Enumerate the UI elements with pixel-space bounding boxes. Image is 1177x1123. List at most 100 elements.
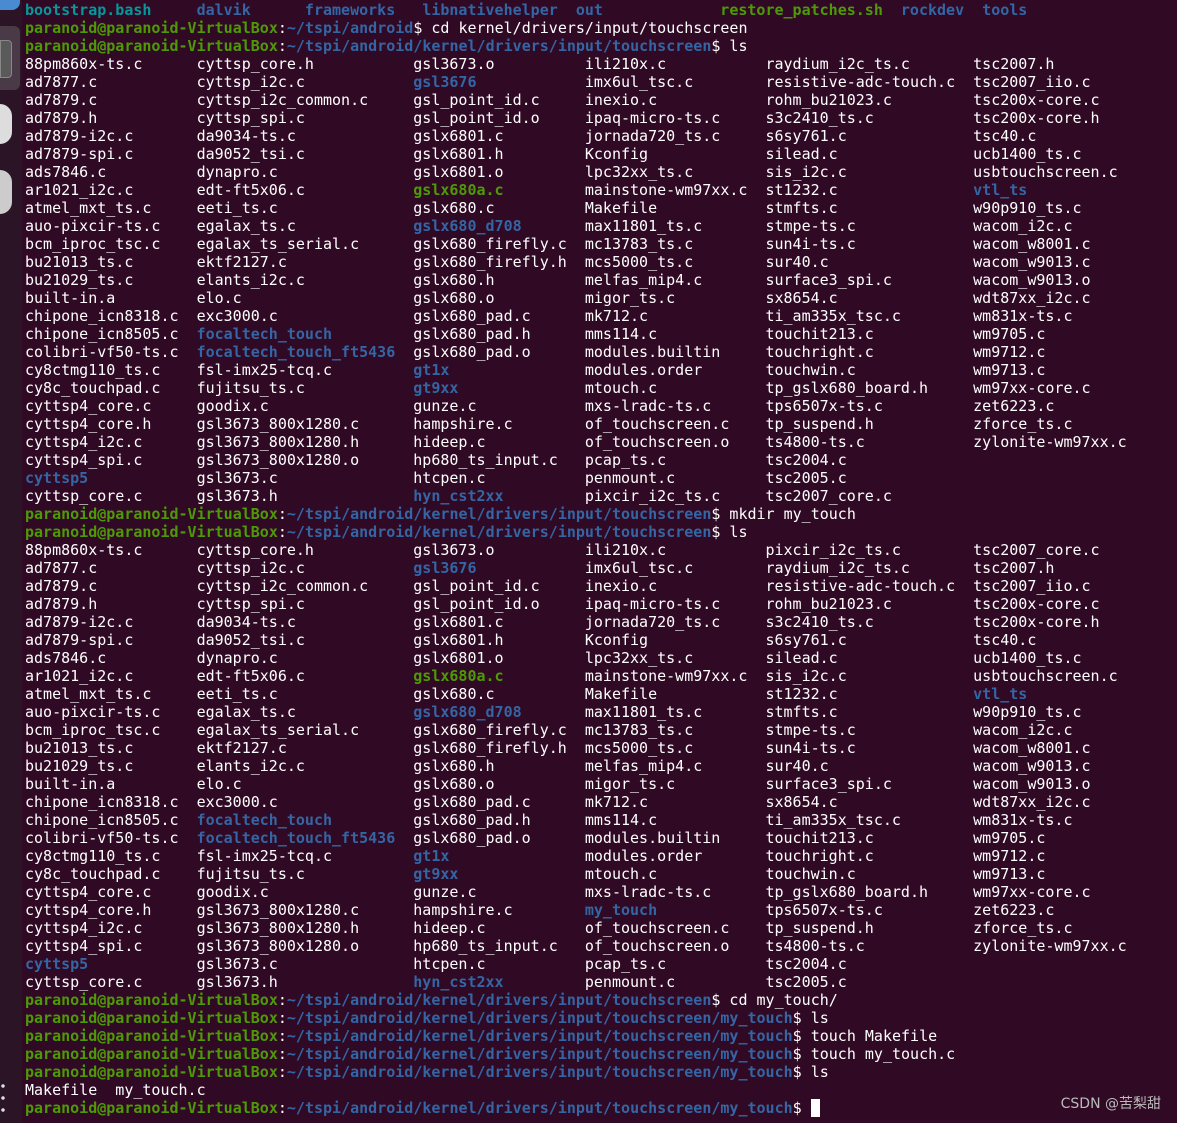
- file-entry: sun4i-ts.c: [765, 235, 856, 253]
- prompt-path: ~/tspi/android/kernel/drivers/input/touc…: [286, 1045, 793, 1063]
- file-entry: zylonite-wm97xx.c: [973, 433, 1127, 451]
- file-entry: gsl_point_id.c: [413, 91, 540, 109]
- prompt-path: ~/tspi/android/kernel/drivers/input/touc…: [286, 991, 712, 1009]
- file-entry: mainstone-wm97xx.c: [584, 181, 748, 199]
- file-entry: ad7879-i2c.c: [25, 127, 134, 145]
- file-entry: gslx680_firefly.c: [413, 235, 567, 253]
- file-entry: ad7879.h: [25, 109, 98, 127]
- file-entry: gsl3673_800x1280.h: [196, 919, 360, 937]
- file-entry: tools: [982, 1, 1028, 19]
- file-entry: cyttsp4_core.h: [25, 415, 152, 433]
- file-entry: da9034-ts.c: [196, 613, 296, 631]
- file-entry: ili210x.c: [584, 541, 667, 559]
- file-entry: 88pm860x-ts.c: [25, 55, 143, 73]
- file-entry: Makefile: [584, 199, 658, 217]
- file-entry: ads7846.c: [25, 649, 107, 667]
- ls-output-row: ad7879-spi.c da9052_tsi.c gslx6801.h Kconfi…: [25, 631, 1177, 649]
- command-text: touch my_touch.c: [810, 1045, 956, 1063]
- directory-entry: focaltech_touch_ft5436: [196, 343, 396, 361]
- prompt-separator: :: [277, 1009, 287, 1027]
- file-entry: penmount.c: [584, 973, 676, 991]
- prompt-line: paranoid@paranoid-VirtualBox:~/tspi/andr…: [25, 37, 1177, 55]
- prompt-separator: :: [277, 1063, 287, 1081]
- file-entry: cy8ctmg110_ts.c: [25, 361, 161, 379]
- file-entry: tsc2005.c: [765, 469, 847, 487]
- file-entry: gslx680.h: [413, 271, 495, 289]
- dock-app-icon[interactable]: [0, 170, 12, 214]
- prompt-separator: :: [277, 1027, 287, 1045]
- ls-output-row: atmel_mxt_ts.c eeti_ts.c gslx680.c Makefile…: [25, 685, 1177, 703]
- file-entry: bu21029_ts.c: [25, 271, 134, 289]
- file-entry: chipone_icn8318.c: [25, 793, 179, 811]
- file-entry: modules.order: [584, 847, 703, 865]
- file-entry: gslx680.o: [413, 289, 495, 307]
- file-entry: penmount.c: [584, 469, 676, 487]
- ls-output-row: built-in.a elo.c gslx680.o migor_ts.c sx8654…: [25, 289, 1177, 307]
- file-entry: fsl-imx25-tcq.c: [196, 361, 333, 379]
- directory-entry: cyttsp5: [25, 955, 89, 973]
- file-entry: ad7879-spi.c: [25, 145, 134, 163]
- directory-entry: focaltech_touch_ft5436: [196, 829, 396, 847]
- prompt-user: paranoid@paranoid-VirtualBox: [25, 1009, 278, 1027]
- terminal-output[interactable]: bootstrap.bash dalvik frameworks libnativeh…: [25, 1, 1177, 1117]
- file-entry: zforce_ts.c: [973, 415, 1073, 433]
- show-applications-icon[interactable]: [0, 1080, 6, 1116]
- prompt-line: paranoid@paranoid-VirtualBox:~/tspi/andr…: [25, 1063, 1177, 1081]
- file-entry: elo.c: [196, 775, 242, 793]
- file-entry: cy8c_touchpad.c: [25, 379, 161, 397]
- file-entry: w90p910_ts.c: [973, 199, 1082, 217]
- file-entry: elants_i2c.c: [196, 271, 305, 289]
- file-entry: mainstone-wm97xx.c: [584, 667, 748, 685]
- ls-output-row: ad7877.c cyttsp_i2c.c gsl3676 imx6ul_tsc.c r…: [25, 73, 1177, 91]
- prompt-path: ~/tspi/android/kernel/drivers/input/touc…: [286, 1009, 793, 1027]
- ls-output-row: bcm_iproc_tsc.c egalax_ts_serial.c gslx680…: [25, 721, 1177, 739]
- prompt-user: paranoid@paranoid-VirtualBox: [25, 1063, 278, 1081]
- file-entry: inexio.c: [584, 577, 658, 595]
- ls-output-row: chipone_icn8505.c focaltech_touch gslx680_…: [25, 325, 1177, 343]
- file-entry: tsc2004.c: [765, 451, 847, 469]
- file-entry: bcm_iproc_tsc.c: [25, 235, 161, 253]
- file-entry: mk712.c: [584, 793, 649, 811]
- file-entry: bu21013_ts.c: [25, 253, 134, 271]
- file-entry: wdt87xx_i2c.c: [973, 793, 1091, 811]
- command-text: ls: [729, 523, 748, 541]
- file-entry: gsl3673_800x1280.c: [196, 415, 360, 433]
- dock-terminal-icon[interactable]: [0, 26, 20, 90]
- file-entry: usbtouchscreen.c: [973, 667, 1118, 685]
- file-entry: tsc2007_iio.c: [973, 73, 1091, 91]
- file-entry: tsc2007.h: [973, 559, 1055, 577]
- prompt-symbol: $: [413, 19, 432, 37]
- file-entry: htcpen.c: [413, 955, 486, 973]
- ls-output-row: cyttsp5 gsl3673.c htcpen.c pcap_ts.c tsc2004…: [25, 955, 1177, 973]
- ls-output-row: cy8ctmg110_ts.c fsl-imx25-tcq.c gt1x module…: [25, 361, 1177, 379]
- file-entry: hideep.c: [413, 433, 486, 451]
- file-entry: cyttsp4_spi.c: [25, 937, 143, 955]
- file-entry: gsl_point_id.o: [413, 595, 540, 613]
- file-entry: ts4800-ts.c: [765, 937, 865, 955]
- dock-app-icon[interactable]: [0, 104, 12, 144]
- ls-output-row: cyttsp4_core.h gsl3673_800x1280.c hampshir…: [25, 415, 1177, 433]
- file-entry: gsl3673_800x1280.o: [196, 937, 360, 955]
- file-entry: ads7846.c: [25, 163, 107, 181]
- file-entry: gslx6801.o: [413, 163, 504, 181]
- file-entry: cyttsp_spi.c: [196, 595, 305, 613]
- ls-output-row: ar1021_i2c.c edt-ft5x06.c gslx680a.c mainst…: [25, 181, 1177, 199]
- ls-output-row: chipone_icn8318.c exc3000.c gslx680_pad.c m…: [25, 307, 1177, 325]
- ls-output-row: ad7877.c cyttsp_i2c.c gsl3676 imx6ul_tsc.c r…: [25, 559, 1177, 577]
- file-entry: ar1021_i2c.c: [25, 667, 134, 685]
- file-entry: ti_am335x_tsc.c: [765, 811, 901, 829]
- text-cursor[interactable]: [810, 1099, 820, 1117]
- file-entry: cyttsp4_i2c.c: [25, 919, 143, 937]
- file-entry: mc13783_ts.c: [584, 235, 694, 253]
- file-entry: ektf2127.c: [196, 253, 287, 271]
- ls-output-row: chipone_icn8505.c focaltech_touch gslx680_…: [25, 811, 1177, 829]
- file-entry: ektf2127.c: [196, 739, 287, 757]
- file-entry: ipaq-micro-ts.c: [584, 595, 721, 613]
- file-entry: cyttsp_core.h: [196, 541, 314, 559]
- file-entry: sx8654.c: [765, 793, 838, 811]
- file-entry: bu21013_ts.c: [25, 739, 134, 757]
- ls-output-row: bu21029_ts.c elants_i2c.c gslx680.h melfas_…: [25, 757, 1177, 775]
- ls-output-row: bu21013_ts.c ektf2127.c gslx680_firefly.h m…: [25, 253, 1177, 271]
- dock-app-icon[interactable]: [0, 0, 20, 10]
- prompt-line: paranoid@paranoid-VirtualBox:~/tspi/andr…: [25, 19, 1177, 37]
